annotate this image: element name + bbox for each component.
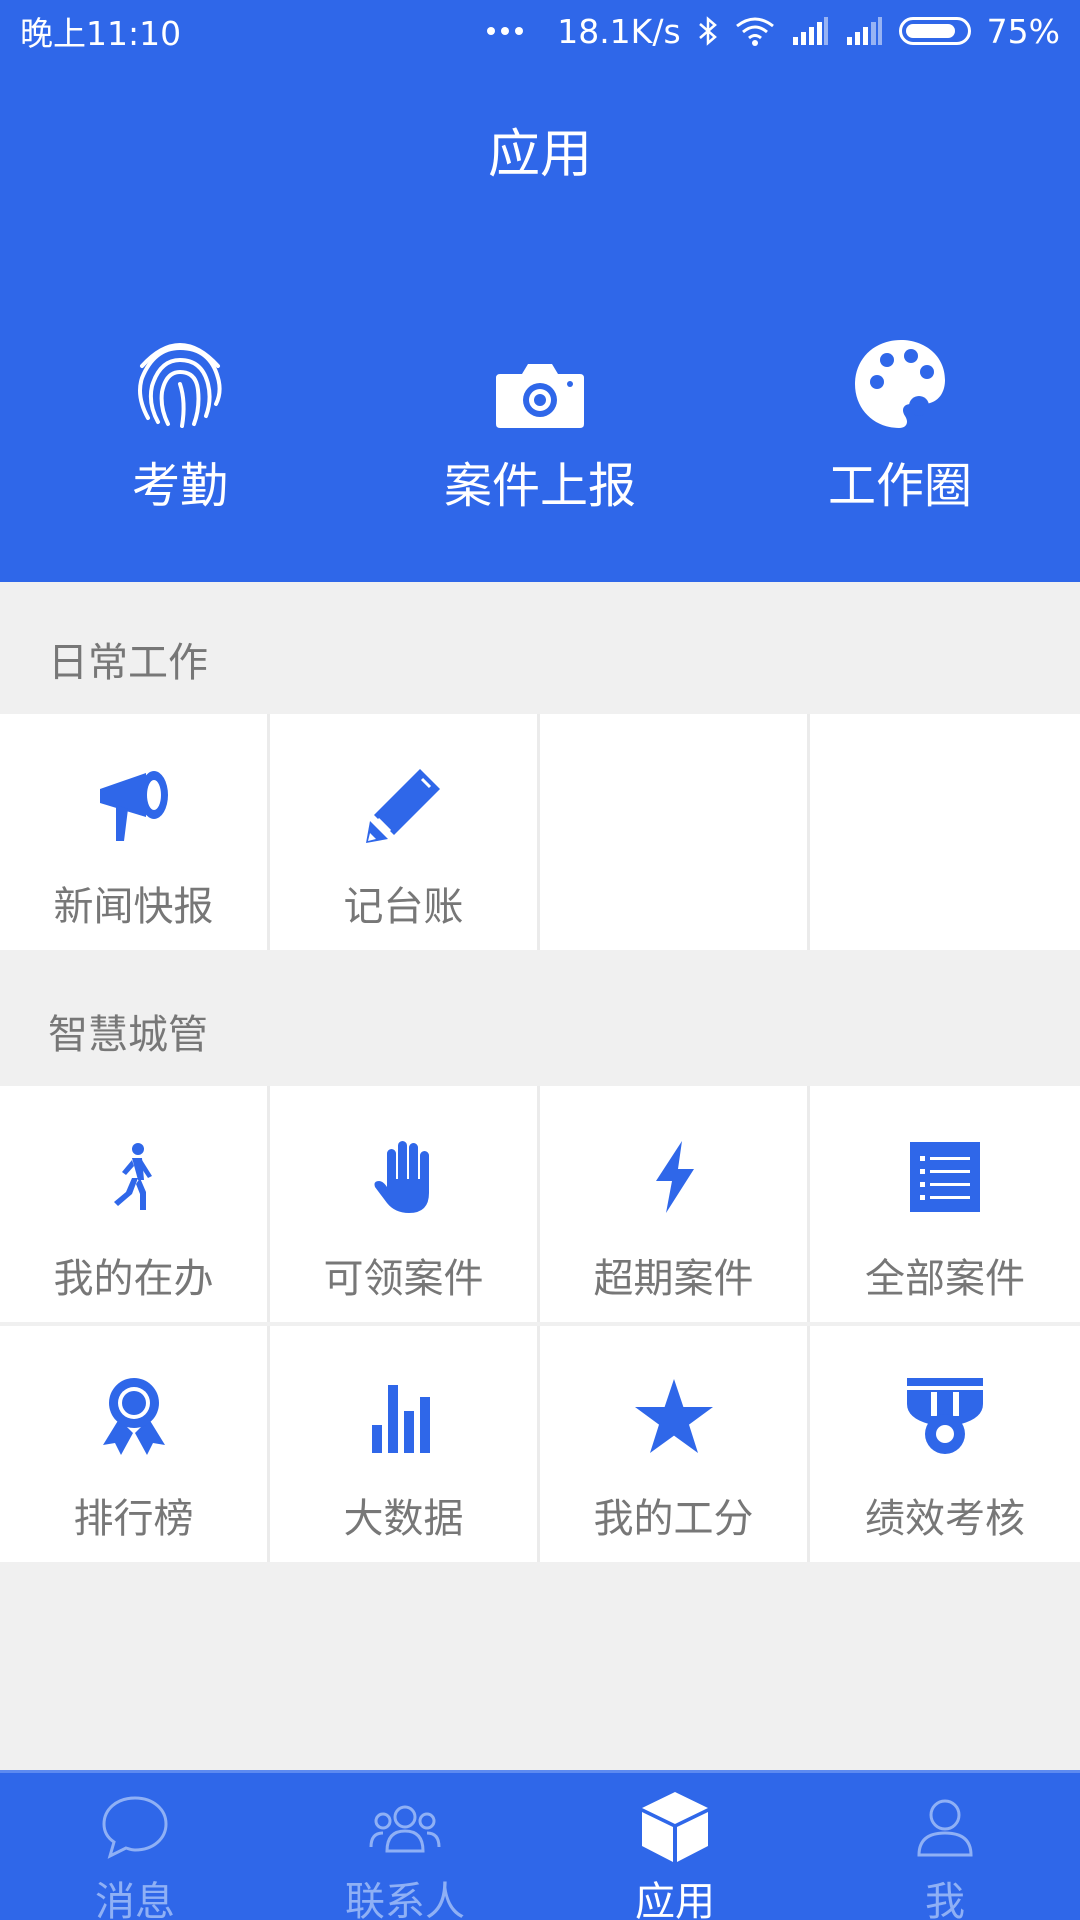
hand-icon [374,1141,429,1213]
tab-me-label: 我 [925,1879,965,1920]
all-cases-button[interactable]: 全部案件 [810,1086,1080,1322]
battery-level: 75% [986,11,1060,51]
status-bar: 晚上11:10 18.1K/s 75% [0,0,1080,62]
empty-cell [540,714,810,950]
section-title-daily-work: 日常工作 [48,640,208,686]
tab-messages[interactable]: 消息 [0,1773,270,1920]
record-ledger-button[interactable]: 记台账 [270,714,540,950]
wifi-icon [735,17,774,46]
attendance-label: 考勤 [131,458,228,514]
bluetooth-icon [698,16,717,46]
news-flash-label: 新闻快报 [53,884,214,930]
cube-icon [642,1792,708,1862]
case-report-label: 案件上报 [443,458,636,514]
empty-cell [810,714,1080,950]
pencil-icon [365,769,440,843]
contacts-icon [369,1805,441,1853]
big-data-label: 大数据 [343,1496,464,1542]
network-speed: 18.1K/s [557,11,681,51]
walking-icon [113,1143,152,1210]
tab-apps[interactable]: 应用 [540,1773,810,1920]
tab-me[interactable]: 我 [810,1773,1080,1920]
palette-icon [855,340,945,428]
more-dots-icon [487,27,524,35]
big-data-button[interactable]: 大数据 [270,1326,540,1562]
award-icon [102,1378,165,1455]
my-points-button[interactable]: 我的工分 [540,1326,810,1562]
leaderboard-label: 排行榜 [73,1496,194,1542]
section-title-smart-city: 智慧城管 [48,1012,208,1058]
signal-icon-2 [846,17,882,45]
all-cases-label: 全部案件 [865,1256,1025,1302]
megaphone-icon [99,771,168,841]
header: 应用 考勤 案件上报 工作圈 [0,62,1080,582]
chat-icon [102,1796,168,1859]
bottom-tab-bar: 消息 联系人 应用 我 [0,1770,1080,1920]
battery-icon [898,17,971,45]
overdue-cases-label: 超期案件 [593,1256,754,1302]
fingerprint-icon [138,343,222,428]
overdue-cases-button[interactable]: 超期案件 [540,1086,810,1322]
attendance-button[interactable]: 考勤 [0,320,360,516]
work-circle-label: 工作圈 [827,458,972,514]
medal-icon [907,1378,983,1454]
work-circle-button[interactable]: 工作圈 [720,320,1080,516]
my-pending-button[interactable]: 我的在办 [0,1086,270,1322]
bar-chart-icon [371,1385,430,1453]
case-report-button[interactable]: 案件上报 [360,320,720,516]
status-icons: 18.1K/s 75% [487,12,1060,51]
leaderboard-button[interactable]: 排行榜 [0,1326,270,1562]
tab-contacts[interactable]: 联系人 [270,1773,540,1920]
claimable-cases-label: 可领案件 [323,1256,484,1302]
my-pending-label: 我的在办 [53,1256,214,1302]
camera-icon [496,364,584,428]
status-time: 晚上11:10 [20,14,182,53]
tab-messages-label: 消息 [95,1879,175,1920]
user-icon [917,1799,973,1857]
list-icon [910,1142,980,1212]
smart-city-grid-row-1: 我的在办 可领案件 超期案件 全部案件 [0,1086,1080,1322]
smart-city-grid-row-2: 排行榜 大数据 我的工分 绩效考核 [0,1326,1080,1562]
performance-review-label: 绩效考核 [865,1496,1025,1542]
page-title: 应用 [487,125,592,185]
lightning-icon [655,1141,694,1213]
news-flash-button[interactable]: 新闻快报 [0,714,270,950]
tab-apps-label: 应用 [635,1879,715,1920]
tab-contacts-label: 联系人 [345,1879,465,1920]
record-ledger-label: 记台账 [343,884,464,930]
my-points-label: 我的工分 [593,1496,754,1542]
star-icon [634,1379,713,1453]
performance-review-button[interactable]: 绩效考核 [810,1326,1080,1562]
claimable-cases-button[interactable]: 可领案件 [270,1086,540,1322]
signal-icon [792,17,828,45]
daily-work-grid: 新闻快报 记台账 [0,714,1080,950]
